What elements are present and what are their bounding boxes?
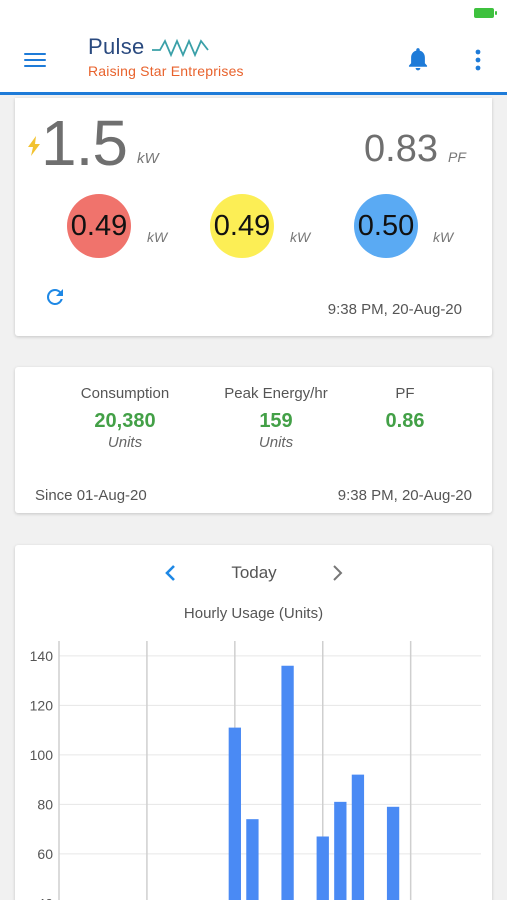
y-tick-label: 100 <box>30 747 54 763</box>
chevron-right-icon[interactable] <box>329 561 345 585</box>
total-kw-value: 1.5 <box>41 107 128 179</box>
pf-label: PF <box>395 385 415 402</box>
app-bar: Pulse Raising Star Entreprises <box>0 24 507 95</box>
peak-energy-label: Peak Energy/hr <box>224 385 328 402</box>
more-vertical-icon[interactable] <box>468 48 488 72</box>
pf-stat: PF 0.86 <box>370 385 440 433</box>
menu-icon[interactable] <box>24 53 46 69</box>
usage-bar <box>316 836 329 900</box>
peak-energy-unit: Units <box>258 434 294 451</box>
usage-bar <box>246 819 259 900</box>
usage-bar <box>281 665 294 900</box>
refresh-icon[interactable] <box>43 285 67 309</box>
hourly-usage-card: Today Hourly Usage (Units) 40 60 80 100 120 1… <box>15 545 492 900</box>
brand: Pulse Raising Star Entreprises <box>88 34 244 79</box>
summary-card: Consumption 20,380 Units Peak Energy/hr … <box>15 367 492 513</box>
brand-subtitle: Raising Star Entreprises <box>88 63 244 79</box>
live-pf-unit: PF <box>448 149 466 165</box>
chart-title: Hourly Usage (Units) <box>183 605 324 622</box>
live-timestamp: 9:38 PM, 20-Aug-20 <box>327 301 462 318</box>
usage-bar <box>386 806 400 900</box>
total-kw-unit: kW <box>137 150 159 167</box>
phase-b-value: 0.50 <box>354 194 418 258</box>
phase-r-unit: kW <box>147 229 168 245</box>
since-date: Since 01-Aug-20 <box>35 487 147 504</box>
pf-value: 0.86 <box>385 410 425 432</box>
peak-energy-value: 159 <box>259 410 293 432</box>
consumption-stat: Consumption 20,380 Units <box>75 385 175 451</box>
y-tick-label: 60 <box>37 846 53 862</box>
hourly-usage-chart: 40 60 80 100 120 140 <box>30 641 481 900</box>
bell-icon[interactable] <box>405 46 431 74</box>
live-power-card: 1.5 kW 0.83 PF 0.49 kW 0.49 kW 0.50 kW 9… <box>15 98 492 336</box>
y-tick-label: 120 <box>30 697 54 713</box>
phase-y-value: 0.49 <box>210 194 274 258</box>
phase-y-unit: kW <box>290 229 311 245</box>
phase-b-unit: kW <box>433 229 454 245</box>
y-tick-label: 140 <box>30 648 54 664</box>
bolt-icon <box>28 136 40 156</box>
period-label: Today <box>231 563 277 582</box>
pulse-wave-icon <box>152 38 209 58</box>
usage-bar <box>351 774 365 900</box>
battery-icon <box>474 8 497 18</box>
status-bar <box>0 0 507 24</box>
consumption-unit: Units <box>107 434 143 451</box>
y-tick-label: 40 <box>37 895 53 900</box>
usage-bar <box>334 801 347 900</box>
y-tick-label: 80 <box>37 796 53 812</box>
consumption-label: Consumption <box>80 385 170 402</box>
usage-bar <box>228 727 241 900</box>
chevron-left-icon[interactable] <box>163 561 179 585</box>
consumption-value: 20,380 <box>94 410 156 432</box>
summary-timestamp: 9:38 PM, 20-Aug-20 <box>337 487 472 504</box>
phase-r-value: 0.49 <box>67 194 131 258</box>
live-pf-value: 0.83 <box>364 128 438 170</box>
peak-energy-stat: Peak Energy/hr 159 Units <box>215 385 337 451</box>
